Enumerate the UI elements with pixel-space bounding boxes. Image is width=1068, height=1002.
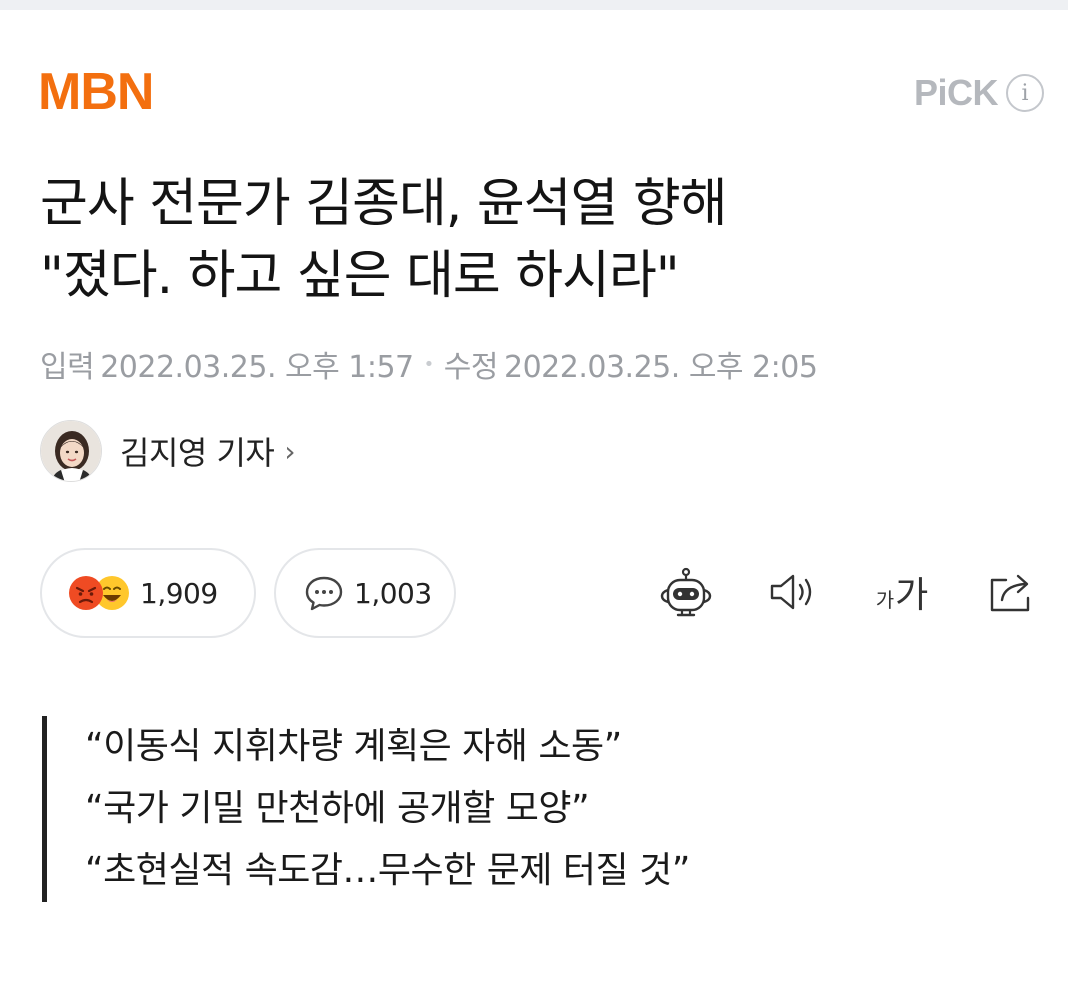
speaker-icon (766, 564, 822, 624)
comment-button[interactable]: 1,003 (274, 548, 456, 638)
summary-line: “국가 기밀 만천하에 공개할 모양” (85, 788, 590, 829)
summary-line: “초현실적 속도감…무수한 문제 터질 것” (85, 850, 690, 891)
share-button[interactable] (984, 566, 1040, 622)
font-size-button[interactable]: 가가 (870, 566, 934, 622)
input-time: 2022.03.25. 오후 1:57 (100, 350, 414, 385)
separator-dot: • (423, 353, 435, 375)
article-dateline: 입력 2022.03.25. 오후 1:57 • 수정 2022.03.25. … (40, 342, 818, 386)
article-title-line: 군사 전문가 김종대, 윤석열 향해 (40, 174, 728, 234)
font-size-small-glyph: 가 (875, 588, 895, 612)
article-title-line: "졌다. 하고 싶은 대로 하시라" (40, 246, 680, 306)
info-icon[interactable]: i (1006, 74, 1044, 112)
input-label: 입력 (40, 350, 95, 385)
pick-badge[interactable]: PiCK i (914, 72, 1044, 114)
reporter-avatar (40, 420, 102, 482)
listen-button[interactable] (766, 566, 822, 622)
press-logo[interactable]: MBN (38, 66, 154, 118)
edit-label: 수정 (443, 350, 499, 385)
article-title: 군사 전문가 김종대, 윤석열 향해 "졌다. 하고 싶은 대로 하시라" (40, 168, 1040, 312)
comment-bubble-icon (304, 574, 344, 612)
summary-line: “이동식 지휘차량 계획은 자해 소동” (85, 726, 622, 767)
pick-label: PiCK (913, 72, 999, 113)
reaction-count: 1,909 (140, 576, 218, 610)
edit-time: 2022.03.25. 오후 2:05 (503, 350, 818, 385)
chevron-right-icon: › (284, 434, 296, 468)
article-summary: “이동식 지휘차량 계획은 자해 소동” “국가 기밀 만천하에 공개할 모양”… (42, 716, 690, 902)
status-strip (0, 0, 1068, 10)
summary-bot-button[interactable] (658, 566, 714, 622)
reaction-button[interactable]: 1,909 (40, 548, 256, 638)
font-size-large-glyph: 가 (895, 575, 929, 616)
reporter-name: 김지영 기자 (120, 434, 275, 472)
share-icon (984, 564, 1040, 624)
reporter-link[interactable]: 김지영 기자 › (40, 420, 296, 482)
robot-summary-icon (658, 564, 714, 624)
comment-count: 1,003 (354, 576, 432, 610)
angry-face-icon (68, 575, 104, 611)
